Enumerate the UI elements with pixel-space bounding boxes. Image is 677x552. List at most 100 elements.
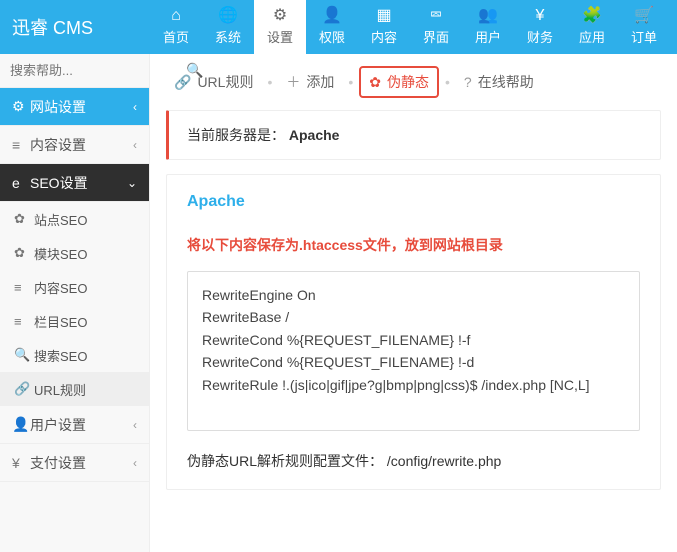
group-icon: ⚙ (12, 98, 30, 115)
top-menu-icon: 🧩 (582, 8, 602, 24)
item-icon: ≡ (14, 314, 34, 329)
htaccess-code[interactable]: RewriteEngine On RewriteBase / RewriteCo… (187, 271, 640, 431)
top-menu-label: 用户 (475, 27, 501, 46)
top-menu-icon: 🛒 (634, 8, 654, 24)
top-menu-label: 设置 (267, 27, 293, 46)
panel-warning: 将以下内容保存为.htaccess文件，放到网站根目录 (187, 235, 640, 255)
top-menu-icon: ⚙ (273, 8, 287, 24)
tab-label: 伪静态 (387, 72, 429, 92)
sidebar-group-内容设置[interactable]: ≡内容设置 ‹ (0, 126, 149, 164)
top-menu-内容[interactable]: ▦ 内容 (358, 0, 410, 54)
item-label: 栏目SEO (34, 312, 87, 331)
notice-prefix: 当前服务器是： (187, 127, 285, 143)
config-path: /config/rewrite.php (387, 453, 501, 469)
item-icon: 🔗 (14, 381, 34, 397)
group-icon: ≡ (12, 137, 30, 153)
tab-label: 添加 (306, 72, 334, 92)
top-menu-应用[interactable]: 🧩 应用 (566, 0, 618, 54)
top-menu-系统[interactable]: 🌐 系统 (202, 0, 254, 54)
sidebar-item-站点SEO[interactable]: ✿站点SEO (0, 202, 149, 236)
item-label: 内容SEO (34, 278, 87, 297)
top-menu-label: 财务 (527, 27, 553, 46)
server-notice: 当前服务器是： Apache (166, 110, 661, 160)
notice-value: Apache (289, 127, 340, 143)
top-menu-权限[interactable]: 👤 权限 (306, 0, 358, 54)
tab-添加[interactable]: ＋ 添加 (278, 68, 342, 96)
brand: 迅睿 CMS (0, 14, 150, 40)
tab-label: URL规则 (197, 72, 253, 92)
main-content: 🔗 URL规则 • ＋ 添加 • ✿ 伪静态 •? 在线帮助 当前服务器是： Apache Apa… (150, 54, 677, 552)
chevron-icon: ‹ (133, 100, 137, 114)
tab-icon: ? (464, 74, 472, 90)
sidebar-item-内容SEO[interactable]: ≡内容SEO (0, 270, 149, 304)
tab-icon: 🔗 (174, 74, 191, 91)
tab-separator: • (445, 74, 450, 90)
top-menu-用户[interactable]: 👥 用户 (462, 0, 514, 54)
config-label: 伪静态URL解析规则配置文件： (187, 453, 383, 469)
top-menu-label: 界面 (423, 27, 449, 46)
item-label: URL规则 (34, 380, 86, 399)
top-menu-label: 内容 (371, 27, 397, 46)
top-menu-icon: ⮹ (430, 8, 443, 24)
group-label: 支付设置 (30, 453, 86, 473)
top-menu-label: 应用 (579, 27, 605, 46)
top-menu-icon: 🌐 (218, 8, 238, 24)
top-menu-label: 系统 (215, 27, 241, 46)
sidebar-group-网站设置[interactable]: ⚙网站设置 ‹ (0, 88, 149, 126)
tab-separator: • (348, 74, 353, 90)
top-menu-设置[interactable]: ⚙ 设置 (254, 0, 306, 54)
tab-icon: ＋ (286, 72, 300, 92)
sidebar-item-栏目SEO[interactable]: ≡栏目SEO (0, 304, 149, 338)
top-menu-财务[interactable]: ¥ 财务 (514, 0, 566, 54)
sidebar-item-URL规则[interactable]: 🔗URL规则 (0, 372, 149, 406)
group-label: SEO设置 (30, 173, 88, 193)
config-file-line: 伪静态URL解析规则配置文件： /config/rewrite.php (187, 451, 640, 471)
sidebar-group-支付设置[interactable]: ¥支付设置 ‹ (0, 444, 149, 482)
item-label: 搜索SEO (34, 346, 87, 365)
item-icon: ✿ (14, 245, 34, 261)
content-tabs: 🔗 URL规则 • ＋ 添加 • ✿ 伪静态 •? 在线帮助 (150, 54, 677, 110)
top-bar: 迅睿 CMS ⌂ 首页 🌐 系统 ⚙ 设置 👤 权限 ▦ 内容 ⮹ 界面 👥 用户 ¥ 财务 🧩 应用 🛒 订单 (0, 0, 677, 54)
group-icon: e (12, 175, 30, 191)
top-menu-icon: ⌂ (171, 8, 181, 24)
group-icon: ¥ (12, 455, 30, 471)
tab-伪静态[interactable]: ✿ 伪静态 (359, 66, 439, 98)
top-menu-icon: 👤 (322, 8, 342, 24)
group-label: 网站设置 (30, 97, 86, 117)
sidebar: 🔍 ⚙网站设置‹≡内容设置‹eSEO设置⌄✿站点SEO✿模块SEO≡内容SEO≡… (0, 54, 150, 552)
top-menu-label: 订单 (631, 27, 657, 46)
chevron-icon: ‹ (133, 456, 137, 470)
item-label: 站点SEO (34, 210, 87, 229)
top-menu-首页[interactable]: ⌂ 首页 (150, 0, 202, 54)
sidebar-group-用户设置[interactable]: 👤用户设置 ‹ (0, 406, 149, 444)
tab-separator: • (267, 74, 272, 90)
top-menu-icon: ▦ (376, 8, 391, 24)
item-icon: ≡ (14, 280, 34, 295)
top-menu: ⌂ 首页 🌐 系统 ⚙ 设置 👤 权限 ▦ 内容 ⮹ 界面 👥 用户 ¥ 财务 🧩 应用 🛒 订单 (150, 0, 670, 54)
chevron-icon: ‹ (133, 418, 137, 432)
sidebar-group-SEO设置[interactable]: eSEO设置 ⌄ (0, 164, 149, 202)
top-menu-icon: 👥 (478, 8, 498, 24)
tab-在线帮助[interactable]: ? 在线帮助 (456, 68, 542, 96)
chevron-icon: ⌄ (127, 176, 137, 190)
sidebar-search: 🔍 (0, 54, 149, 88)
group-label: 内容设置 (30, 135, 86, 155)
top-menu-label: 首页 (163, 27, 189, 46)
group-icon: 👤 (12, 416, 30, 433)
item-icon: 🔍 (14, 347, 34, 363)
panel-title: Apache (187, 193, 640, 211)
top-menu-界面[interactable]: ⮹ 界面 (410, 0, 462, 54)
top-menu-label: 权限 (319, 27, 345, 46)
item-icon: ✿ (14, 211, 34, 227)
chevron-icon: ‹ (133, 138, 137, 152)
item-label: 模块SEO (34, 244, 87, 263)
sidebar-item-搜索SEO[interactable]: 🔍搜索SEO (0, 338, 149, 372)
sidebar-item-模块SEO[interactable]: ✿模块SEO (0, 236, 149, 270)
tab-icon: ✿ (369, 74, 381, 91)
top-menu-icon: ¥ (536, 8, 545, 24)
group-label: 用户设置 (30, 415, 86, 435)
top-menu-订单[interactable]: 🛒 订单 (618, 0, 670, 54)
tab-URL规则[interactable]: 🔗 URL规则 (166, 68, 261, 96)
tab-label: 在线帮助 (478, 72, 534, 92)
config-panel: Apache 将以下内容保存为.htaccess文件，放到网站根目录 Rewri… (166, 174, 661, 490)
